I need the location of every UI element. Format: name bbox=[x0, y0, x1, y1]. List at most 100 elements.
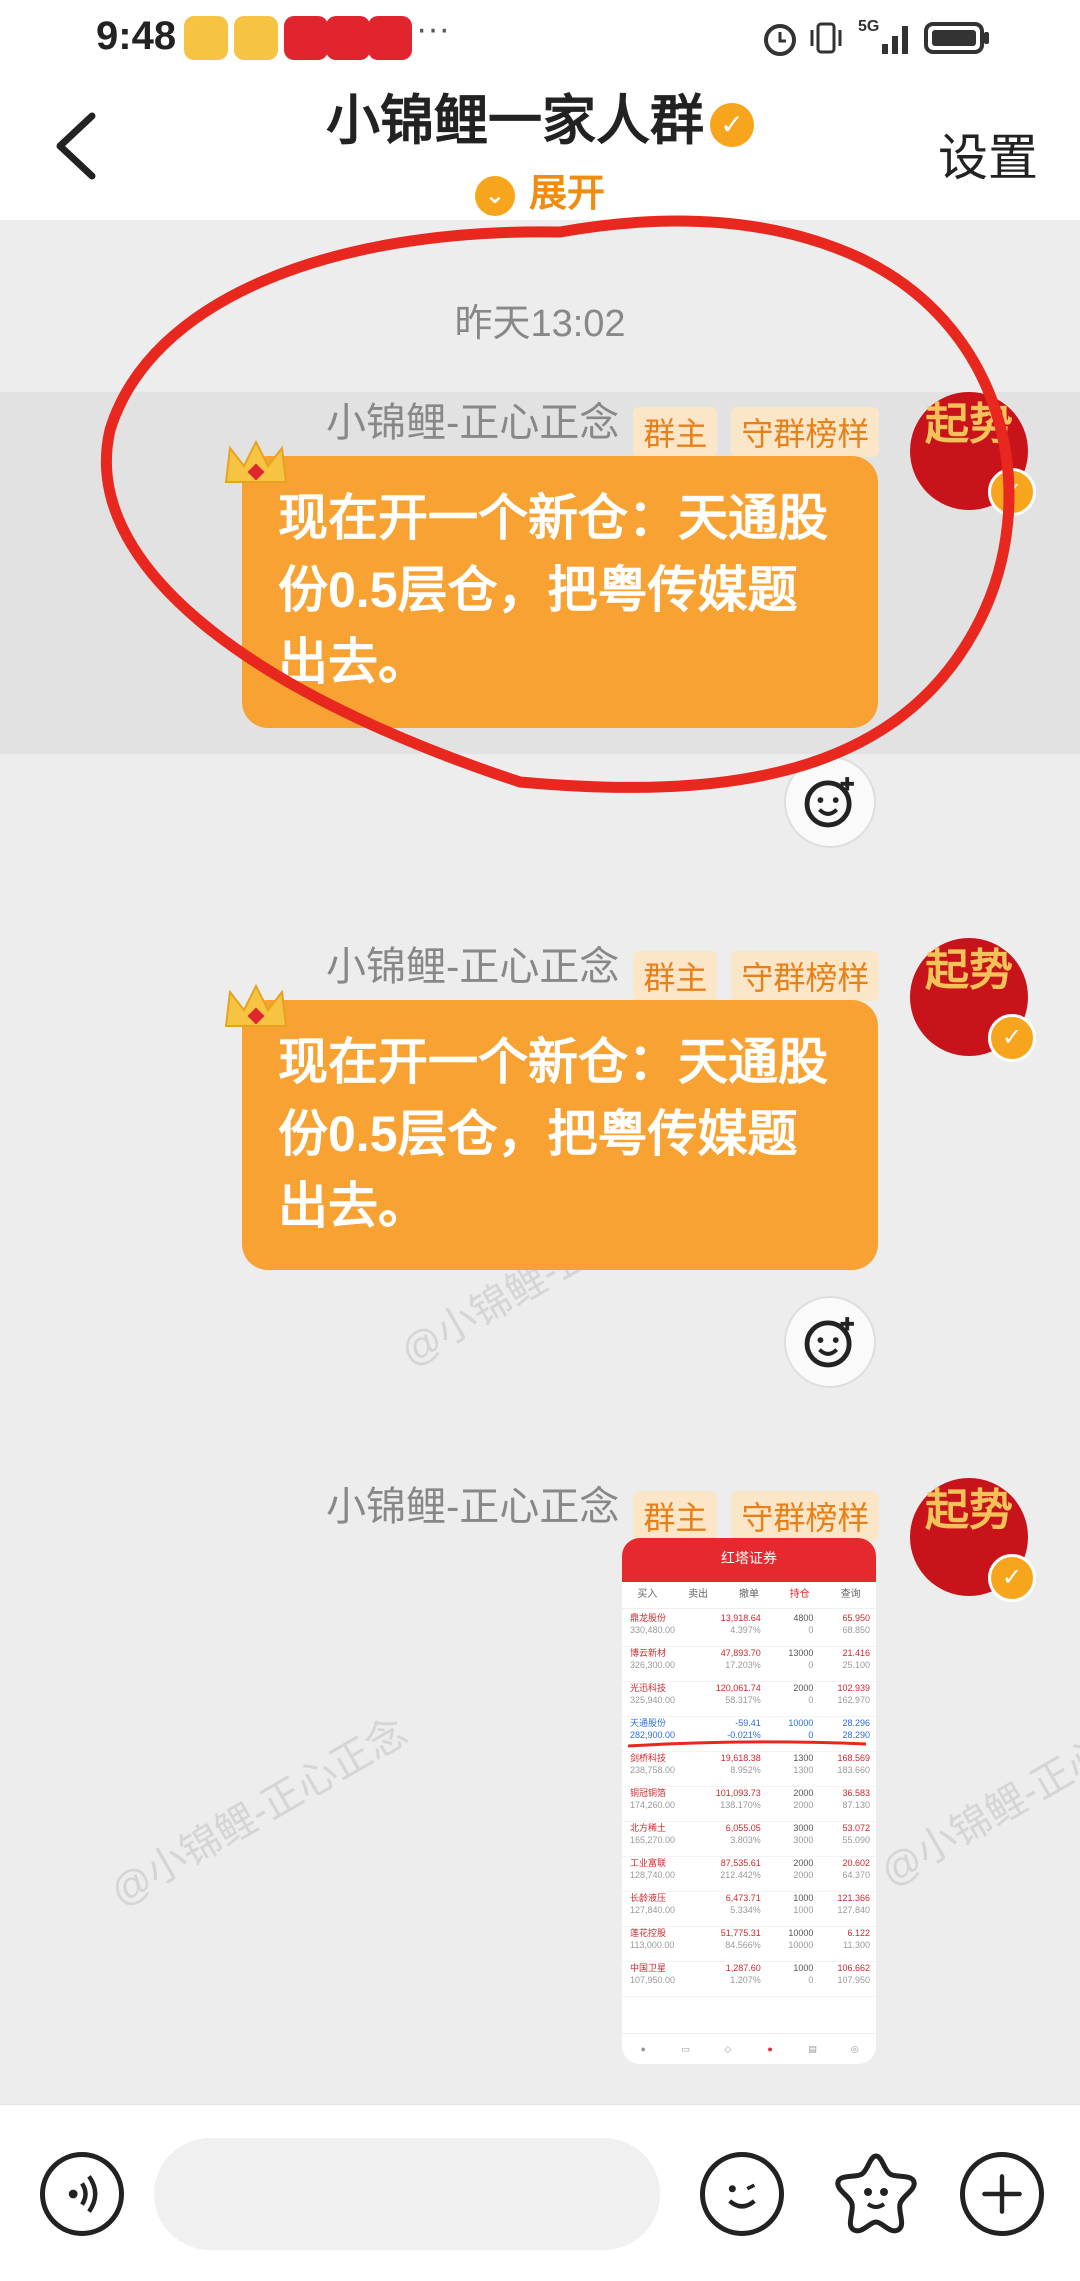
holding-row: 长龄液压 127,840.00 6,473.71 5.334% 1000 1000 121.… bbox=[622, 1892, 876, 1927]
holding-name-value: 工业富联 bbox=[630, 1858, 667, 1868]
holding-row: 剑桥科技 238,758.00 19,618.38 8.952% 1300 1300 168… bbox=[622, 1752, 876, 1787]
holding-price-sub: 107.950 bbox=[837, 1975, 870, 1985]
holding-name: 莲花控股 113,000.00 bbox=[622, 1927, 692, 1961]
holding-price-value: 28.296 bbox=[842, 1718, 870, 1728]
holding-profit-value: 13,918.64 bbox=[720, 1613, 761, 1623]
holding-name-sub: 107,950.00 bbox=[630, 1975, 676, 1985]
add-icon[interactable] bbox=[960, 2152, 1044, 2236]
holding-quantity-sub: 2000 bbox=[793, 1870, 814, 1880]
screenshot-title: 红塔证券 bbox=[622, 1538, 876, 1582]
holding-quantity-value: 1000 bbox=[793, 1893, 814, 1903]
holding-price-sub: 87.130 bbox=[842, 1800, 870, 1810]
holding-profit: 101,093.73 138.170% bbox=[692, 1787, 761, 1821]
holding-profit-value: 6,055.05 bbox=[725, 1823, 761, 1833]
holding-name-value: 博云新材 bbox=[630, 1648, 667, 1658]
sender-name[interactable]: 小锦鲤-正心正念 bbox=[326, 945, 619, 989]
message-header: 小锦鲤-正心正念 群主 守群榜样 bbox=[326, 1474, 880, 1541]
holding-row: 莲花控股 113,000.00 51,775.31 84.566% 10000 10000… bbox=[622, 1927, 876, 1962]
holding-quantity: 2000 2000 bbox=[761, 1787, 814, 1821]
holding-quantity-sub: 0 bbox=[808, 1975, 814, 1985]
holding-name-value: 天通股份 bbox=[630, 1718, 667, 1728]
holding-profit-value: 19,618.38 bbox=[720, 1753, 761, 1763]
holding-price-value: 106.662 bbox=[837, 1963, 870, 1973]
add-reaction-icon[interactable] bbox=[784, 1296, 876, 1388]
holding-name: 剑桥科技 238,758.00 bbox=[622, 1752, 692, 1786]
holding-quantity-sub: 2000 bbox=[793, 1800, 814, 1810]
holding-profit-value: 6,473.71 bbox=[725, 1893, 761, 1903]
avatar[interactable]: 起势 ✓ bbox=[910, 1478, 1036, 1602]
holding-price: 102.939 162.970 bbox=[813, 1682, 876, 1716]
honor-tag: 守群榜样 bbox=[731, 1490, 880, 1541]
owner-tag: 群主 bbox=[633, 1490, 718, 1541]
screenshot-tabs: 买入 卖出 撤单 持仓 查询 bbox=[622, 1582, 876, 1609]
underline-annotation bbox=[627, 1740, 867, 1748]
holding-profit-sub: 58.317% bbox=[725, 1695, 761, 1705]
emoji-icon[interactable] bbox=[700, 2152, 784, 2236]
voice-icon[interactable] bbox=[40, 2152, 124, 2236]
message-bubble[interactable]: 现在开一个新仓：天通股份0.5层仓，把粤传媒题出去。 bbox=[242, 1000, 878, 1270]
holdings-list: 鼎龙股份 330,480.00 13,918.64 4.397% 4800 0 65.950… bbox=[622, 1612, 876, 1997]
holding-quantity: 4800 0 bbox=[761, 1612, 814, 1646]
holding-price-value: 168.569 bbox=[837, 1753, 870, 1763]
holding-name-sub: 330,480.00 bbox=[630, 1625, 676, 1635]
holding-profit-sub: 84.566% bbox=[725, 1940, 761, 1950]
holding-name: 工业富联 128,740.00 bbox=[622, 1857, 692, 1891]
screenshot-tab: 查询 bbox=[840, 1589, 861, 1600]
holding-profit-value: 120,061.74 bbox=[715, 1683, 761, 1693]
holding-quantity: 2000 0 bbox=[761, 1682, 814, 1716]
holding-name-sub: 174,260.00 bbox=[630, 1800, 676, 1810]
holding-price-value: 20.602 bbox=[842, 1858, 870, 1868]
holding-price-value: 65.950 bbox=[842, 1613, 870, 1623]
holding-profit-value: 101,093.73 bbox=[715, 1788, 761, 1798]
screenshot-nav: ● ▭ ◇ ● ▤ ◎ bbox=[622, 2033, 876, 2064]
holding-price: 21.416 25.100 bbox=[813, 1647, 876, 1681]
verified-badge-icon: ✓ bbox=[988, 1014, 1036, 1062]
holding-price-sub: 162.970 bbox=[837, 1695, 870, 1705]
holding-quantity-value: 4800 bbox=[793, 1613, 814, 1623]
message-input[interactable] bbox=[154, 2138, 660, 2250]
message-header: 小锦鲤-正心正念 群主 守群榜样 bbox=[326, 934, 880, 1001]
watermark: @小锦鲤-正心正念 bbox=[873, 1689, 1080, 1896]
holding-profit-sub: 138.170% bbox=[720, 1800, 761, 1810]
holding-profit-value: 51,775.31 bbox=[720, 1928, 761, 1938]
holding-price-sub: 68.850 bbox=[842, 1625, 870, 1635]
screenshot-tab: 卖出 bbox=[688, 1589, 709, 1600]
holding-row: 鼎龙股份 330,480.00 13,918.64 4.397% 4800 0 65.950… bbox=[622, 1612, 876, 1647]
holding-name-value: 中国卫星 bbox=[630, 1963, 667, 1973]
holding-profit: 1,287.60 1.207% bbox=[692, 1962, 761, 1996]
sender-name[interactable]: 小锦鲤-正心正念 bbox=[326, 1485, 619, 1529]
holding-price: 53.072 55.090 bbox=[813, 1822, 876, 1856]
holding-profit: 120,061.74 58.317% bbox=[692, 1682, 761, 1716]
sticker-icon[interactable] bbox=[830, 2148, 922, 2240]
holding-profit: 6,473.71 5.334% bbox=[692, 1892, 761, 1926]
holding-name-sub: 326,300.00 bbox=[630, 1660, 676, 1670]
holding-quantity-value: 1000 bbox=[793, 1963, 814, 1973]
holding-quantity-value: 10000 bbox=[788, 1928, 814, 1938]
holding-quantity-value: 2000 bbox=[793, 1788, 814, 1798]
holding-price-sub: 64.370 bbox=[842, 1870, 870, 1880]
holding-name-value: 剑桥科技 bbox=[630, 1753, 667, 1763]
holding-quantity: 1000 0 bbox=[761, 1962, 814, 1996]
holding-profit-sub: 8.952% bbox=[730, 1765, 761, 1775]
holding-price-sub: 25.100 bbox=[842, 1660, 870, 1670]
holding-profit-sub: 4.397% bbox=[730, 1625, 761, 1635]
holding-quantity-value: 2000 bbox=[793, 1858, 814, 1868]
holding-name-value: 鼎龙股份 bbox=[630, 1613, 667, 1623]
holding-price: 36.583 87.130 bbox=[813, 1787, 876, 1821]
holding-quantity-value: 3000 bbox=[793, 1823, 814, 1833]
holding-quantity: 1000 1000 bbox=[761, 1892, 814, 1926]
holding-profit-value: 47,893.70 bbox=[720, 1648, 761, 1658]
holding-price-value: 36.583 bbox=[842, 1788, 870, 1798]
holding-profit-sub: 17.203% bbox=[725, 1660, 761, 1670]
holding-name-sub: 238,758.00 bbox=[630, 1765, 676, 1775]
holding-quantity-sub: 1300 bbox=[793, 1765, 814, 1775]
holding-row: 光迅科技 325,940.00 120,061.74 58.317% 2000 0 102.… bbox=[622, 1682, 876, 1717]
avatar[interactable]: 起势 ✓ bbox=[910, 938, 1036, 1062]
holding-profit-value: 87,535.61 bbox=[720, 1858, 761, 1868]
holding-price-value: 102.939 bbox=[837, 1683, 870, 1693]
holding-quantity-sub: 0 bbox=[808, 1695, 814, 1705]
watermark: @小锦鲤-正心正念 bbox=[103, 1709, 415, 1916]
holding-price: 121.366 127.840 bbox=[813, 1892, 876, 1926]
image-message[interactable]: 红塔证券 买入 卖出 撤单 持仓 查询 鼎龙股份 330,480.00 13,918… bbox=[622, 1538, 876, 2064]
holding-price-sub: 11.300 bbox=[843, 1940, 870, 1950]
